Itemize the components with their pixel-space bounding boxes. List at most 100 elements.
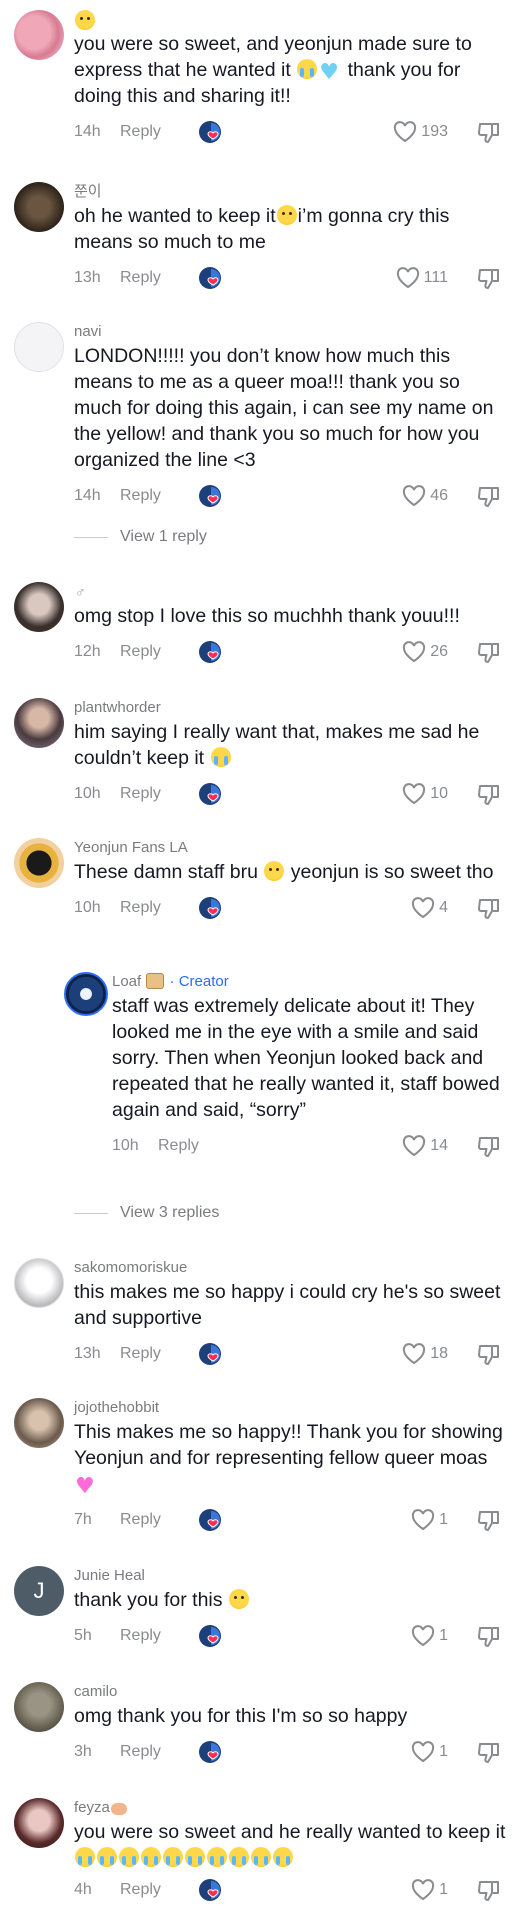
dislike-icon[interactable] [476, 782, 502, 808]
like-count: 18 [430, 1345, 448, 1362]
reply-button[interactable]: Reply [120, 1345, 161, 1363]
dislike-icon[interactable] [476, 120, 502, 146]
like-count: 26 [430, 643, 448, 660]
male-symbol-icon: ♂ [75, 584, 86, 600]
dislike-icon[interactable] [476, 266, 502, 292]
view-replies-button[interactable]: View 1 reply [74, 528, 207, 546]
like-button[interactable]: 10 [402, 783, 448, 805]
like-button[interactable]: 46 [402, 485, 448, 507]
reply-button[interactable]: Reply [120, 269, 161, 287]
username[interactable]: 쭌이 [74, 182, 506, 202]
view-replies-button[interactable]: View 3 replies [74, 1204, 219, 1222]
username[interactable]: navi [74, 322, 506, 342]
username[interactable]: feyza [74, 1798, 506, 1818]
comment-meta: 7h Reply 1 [74, 1505, 506, 1535]
like-button[interactable]: 1 [411, 1625, 448, 1647]
comment-meta: 4h Reply 1 [74, 1875, 506, 1905]
username[interactable]: ♂ [74, 582, 506, 602]
timestamp: 14h [74, 123, 101, 140]
like-count: 4 [439, 899, 448, 916]
reply-button[interactable]: Reply [120, 1627, 161, 1645]
heart-outline-icon [403, 1343, 426, 1365]
crying-emoji-icon [185, 1847, 205, 1867]
reply-button[interactable]: Reply [120, 1743, 161, 1761]
crying-emoji-icon [75, 1847, 95, 1867]
avatar[interactable] [14, 322, 64, 372]
avatar[interactable]: J [14, 1566, 64, 1616]
heart-outline-icon [411, 1879, 435, 1901]
reply-button[interactable]: Reply [120, 785, 161, 803]
reply-button[interactable]: Reply [120, 1881, 161, 1899]
pink-heart-emoji-icon [75, 1474, 95, 1494]
comment-meta: 13h Reply 18 [74, 1339, 506, 1369]
dislike-icon[interactable] [476, 1740, 502, 1766]
like-button[interactable]: 111 [396, 267, 448, 289]
like-button[interactable]: 1 [411, 1879, 448, 1901]
timestamp: 3h [74, 1743, 92, 1760]
avatar[interactable] [14, 838, 64, 888]
like-count: 1 [439, 1743, 448, 1760]
reply-button[interactable]: Reply [120, 643, 161, 661]
reply-button[interactable]: Reply [120, 899, 161, 917]
username[interactable]: camilo [74, 1682, 506, 1702]
comment-meta: 10h Reply 14 [112, 1131, 506, 1161]
like-button[interactable]: 4 [411, 897, 448, 919]
reply-button[interactable]: Reply [158, 1137, 199, 1155]
reply-button[interactable]: Reply [120, 1511, 161, 1529]
like-button[interactable]: 193 [393, 121, 448, 143]
like-count: 14 [430, 1137, 448, 1154]
like-button[interactable]: 1 [411, 1509, 448, 1531]
username[interactable]: Loaf · Creator [112, 972, 506, 992]
avatar[interactable] [14, 10, 64, 60]
creator-avatar[interactable] [64, 972, 108, 1016]
username[interactable]: Junie Heal [74, 1566, 506, 1586]
like-button[interactable]: 14 [402, 1135, 448, 1157]
avatar[interactable] [14, 182, 64, 232]
avatar[interactable] [14, 1682, 64, 1732]
avatar[interactable] [14, 698, 64, 748]
like-count: 10 [430, 785, 448, 802]
reply-button[interactable]: Reply [120, 487, 161, 505]
like-button[interactable]: 18 [402, 1343, 448, 1365]
like-button[interactable]: 26 [402, 641, 448, 663]
timestamp: 10h [74, 785, 101, 802]
like-count: 193 [421, 123, 448, 140]
heart-outline-icon [403, 783, 426, 805]
dislike-icon[interactable] [476, 484, 502, 510]
crying-emoji-icon [273, 1847, 293, 1867]
avatar[interactable] [14, 582, 64, 632]
username[interactable]: Yeonjun Fans LA [74, 838, 506, 858]
creator-liked-badge-icon [199, 267, 221, 289]
avatar[interactable] [14, 1398, 64, 1448]
comment-meta: 3h Reply 1 [74, 1737, 506, 1767]
crying-emoji-icon [163, 1847, 183, 1867]
dislike-icon[interactable] [476, 1134, 502, 1160]
dislike-icon[interactable] [476, 896, 502, 922]
dislike-icon[interactable] [476, 640, 502, 666]
crying-emoji-icon [97, 1847, 117, 1867]
like-button[interactable]: 1 [411, 1741, 448, 1763]
avatar[interactable] [14, 1258, 64, 1308]
dislike-icon[interactable] [476, 1878, 502, 1904]
comment-meta: 10h Reply 4 [74, 893, 506, 923]
comment-text: This makes me so happy!! Thank you for s… [74, 1419, 506, 1497]
username[interactable]: sakomomoriskue [74, 1258, 506, 1278]
dislike-icon[interactable] [476, 1624, 502, 1650]
crying-emoji-icon [210, 747, 231, 767]
heart-outline-icon [396, 267, 419, 289]
comments-list: you were so sweet, and yeonjun made sure… [0, 0, 520, 1920]
heart-outline-icon [403, 1135, 426, 1157]
username[interactable]: plantwhorder [74, 698, 506, 718]
comment-text: LONDON!!!!! you don’t know how much this… [74, 345, 494, 471]
avatar[interactable] [14, 1798, 64, 1848]
username[interactable] [74, 10, 506, 30]
comment-text: staff was extremely delicate about it! T… [112, 995, 500, 1121]
avatar-initial: J [33, 1578, 45, 1603]
crying-emoji-icon [141, 1847, 161, 1867]
heart-outline-icon [403, 641, 426, 663]
timestamp: 13h [74, 269, 101, 286]
reply-button[interactable]: Reply [120, 123, 161, 141]
username[interactable]: jojothehobbit [74, 1398, 506, 1418]
dislike-icon[interactable] [476, 1508, 502, 1534]
dislike-icon[interactable] [476, 1342, 502, 1368]
